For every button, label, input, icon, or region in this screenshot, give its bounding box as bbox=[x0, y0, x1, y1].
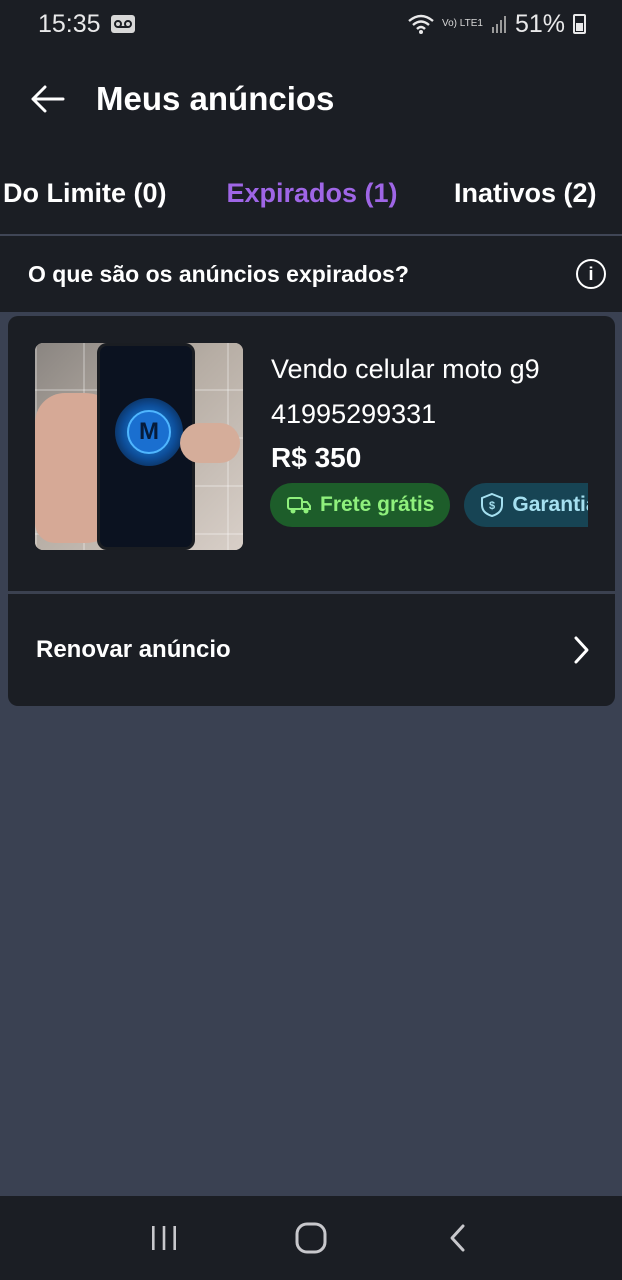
signal-icon bbox=[491, 16, 506, 33]
tab-expirados[interactable]: Expirados (1) bbox=[198, 150, 426, 234]
page-title: Meus anúncios bbox=[96, 80, 335, 117]
renew-ad-button[interactable]: Renovar anúncio bbox=[8, 594, 615, 706]
listing-image[interactable]: M bbox=[35, 343, 243, 550]
arrow-left-icon bbox=[31, 85, 65, 113]
recent-apps-button[interactable] bbox=[134, 1208, 194, 1268]
voicemail-icon bbox=[110, 15, 135, 33]
battery-percent: 51% bbox=[514, 9, 565, 38]
home-icon bbox=[295, 1222, 327, 1254]
warranty-label: Garantia bbox=[512, 493, 588, 516]
status-bar: 15:35 Vo) LTE1 51% bbox=[0, 0, 622, 48]
warranty-badge: $ Garantia bbox=[464, 483, 588, 527]
tab-do-limite[interactable]: Do Limite (0) bbox=[0, 150, 190, 234]
back-nav-button[interactable] bbox=[428, 1208, 488, 1268]
system-nav-bar bbox=[0, 1196, 622, 1280]
listing-card[interactable]: M Vendo celular moto g9 41995299331 R$ 3… bbox=[8, 316, 615, 706]
chevron-right-icon bbox=[574, 636, 589, 664]
renew-ad-label: Renovar anúncio bbox=[36, 636, 231, 663]
svg-text:$: $ bbox=[489, 500, 495, 512]
shield-icon: $ bbox=[481, 492, 504, 518]
info-icon[interactable]: i bbox=[576, 259, 606, 289]
info-question: O que são os anúncios expirados? bbox=[28, 260, 409, 287]
chevron-left-icon bbox=[450, 1224, 465, 1252]
network-label: Vo) LTE1 bbox=[442, 18, 483, 29]
tab-inativos[interactable]: Inativos (2) bbox=[438, 150, 622, 234]
motorola-logo-icon: M bbox=[127, 410, 171, 454]
home-button[interactable] bbox=[281, 1208, 341, 1268]
listing-title: Vendo celular moto g9 bbox=[271, 354, 540, 384]
back-button[interactable] bbox=[0, 48, 96, 150]
free-shipping-badge: Frete grátis bbox=[270, 483, 451, 527]
tab-bar: Do Limite (0) Expirados (1) Inativos (2) bbox=[0, 150, 622, 236]
app-header: Meus anúncios bbox=[0, 48, 622, 150]
truck-icon bbox=[287, 497, 311, 514]
status-time: 15:35 bbox=[38, 9, 101, 38]
battery-icon bbox=[573, 14, 586, 34]
info-bar[interactable]: O que são os anúncios expirados? i bbox=[0, 236, 622, 312]
recent-apps-icon bbox=[151, 1226, 176, 1250]
listing-price: R$ 350 bbox=[271, 442, 362, 473]
wifi-icon bbox=[408, 14, 434, 34]
badges: Frete grátis $ Garantia bbox=[270, 483, 588, 527]
free-shipping-label: Frete grátis bbox=[320, 493, 435, 516]
listing-phone: 41995299331 bbox=[271, 399, 437, 429]
